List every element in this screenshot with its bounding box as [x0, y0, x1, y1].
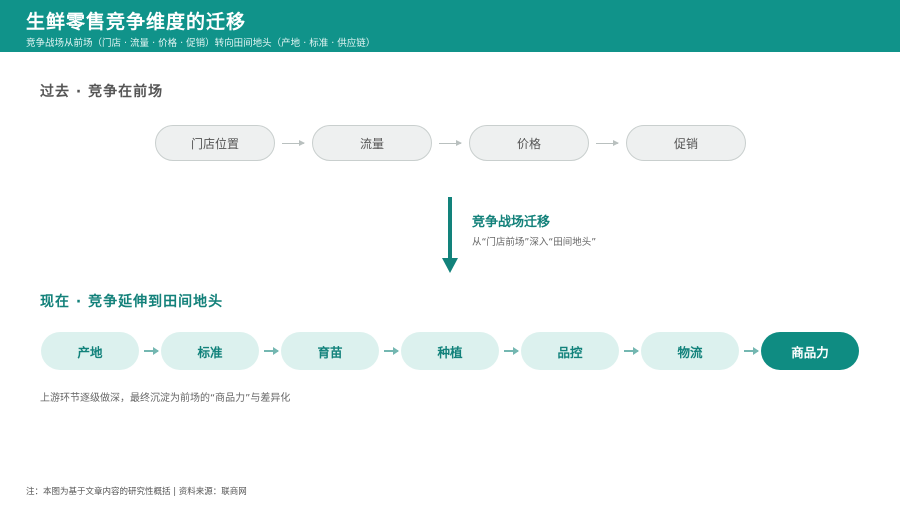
now-step: 品控 [521, 332, 619, 370]
now-flow-arrow [504, 347, 519, 355]
now-step: 种植 [401, 332, 499, 370]
now-flow-arrow [744, 347, 759, 355]
now-step: 育苗 [281, 332, 379, 370]
page-subtitle: 竞争战场从前场（门店 · 流量 · 价格 · 促销）转向田间地头（产地 · 标准… [26, 38, 376, 49]
shift-subtitle: 从“门店前场”深入“田间地头” [472, 237, 597, 248]
now-step: 产地 [41, 332, 139, 370]
page-title: 生鲜零售竞争维度的迁移 [26, 11, 247, 33]
source-footer: 注：本图为基于文章内容的研究性概括 | 资料来源：联商网 [26, 487, 247, 497]
past-step: 价格 [469, 125, 589, 161]
header-banner: 生鲜零售竞争维度的迁移 竞争战场从前场（门店 · 流量 · 价格 · 促销）转向… [0, 0, 900, 52]
now-step-final: 商品力 [761, 332, 859, 370]
now-flow-arrow [624, 347, 639, 355]
now-flow-arrow [144, 347, 159, 355]
shift-title: 竞争战场迁移 [472, 215, 551, 230]
past-flow: 门店位置 流量 价格 促销 [155, 125, 755, 161]
past-step: 门店位置 [155, 125, 275, 161]
footnote-summary: 上游环节逐级做深，最终沉淀为前场的“商品力”与差异化 [40, 393, 291, 404]
now-section-label: 现在 · 竞争延伸到田间地头 [40, 294, 224, 310]
past-flow-arrow [596, 140, 619, 146]
now-flow-arrow [384, 347, 399, 355]
past-section-label: 过去 · 竞争在前场 [40, 84, 164, 100]
shift-arrow-head [442, 258, 458, 273]
shift-arrow-shaft [448, 197, 452, 260]
past-flow-arrow [282, 140, 305, 146]
past-step: 流量 [312, 125, 432, 161]
now-step: 标准 [161, 332, 259, 370]
now-flow-arrow [264, 347, 279, 355]
past-flow-arrow [439, 140, 462, 146]
past-step: 促销 [626, 125, 746, 161]
now-step: 物流 [641, 332, 739, 370]
